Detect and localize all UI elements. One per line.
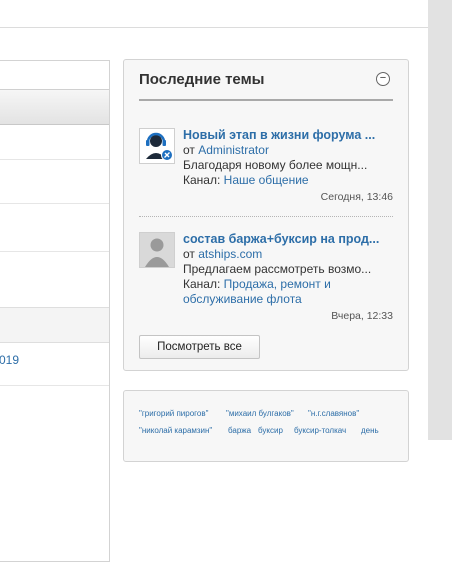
- content-divider: [0, 251, 109, 252]
- tag-cloud-widget: "григорий пирогов" "михаил булгаков" "н.…: [123, 390, 409, 462]
- view-all-button[interactable]: Посмотреть все: [139, 335, 260, 359]
- content-divider: [0, 203, 109, 204]
- author-link[interactable]: atships.com: [198, 247, 262, 261]
- tag-link[interactable]: буксир-толкач: [294, 426, 346, 435]
- page-gutter: [428, 0, 452, 440]
- tag-link[interactable]: день: [361, 426, 379, 435]
- latest-topics-widget: Последние темы − Новый этап в жизни фору…: [123, 59, 409, 371]
- collapse-icon[interactable]: −: [376, 72, 390, 86]
- topic-preview: Предлагаем рассмотреть возмо...: [183, 262, 372, 276]
- content-subheader-bar: [0, 307, 109, 343]
- tag-link[interactable]: "михаил булгаков": [226, 409, 294, 418]
- topic-preview: Благодаря новому более мощн...: [183, 158, 368, 172]
- author-link[interactable]: Administrator: [198, 143, 269, 157]
- main-content-panel: 019: [0, 60, 110, 562]
- topic-date: Вчера, 12:33: [331, 310, 393, 322]
- channel-link[interactable]: Продажа, ремонт и: [224, 277, 331, 291]
- admin-headset-avatar-icon[interactable]: [139, 128, 175, 164]
- content-header-bar: [0, 89, 109, 125]
- channel-prefix: Канал:: [183, 277, 221, 291]
- author-prefix: от: [183, 247, 195, 261]
- tag-link[interactable]: "н.г.славянов": [308, 409, 359, 418]
- content-divider: [0, 385, 109, 386]
- content-divider: [0, 159, 109, 160]
- tag-link[interactable]: баржа: [228, 426, 251, 435]
- tag-link[interactable]: "григорий пирогов": [139, 409, 208, 418]
- widget-title: Последние темы: [139, 71, 265, 88]
- channel-link-continued[interactable]: обслуживание флота: [183, 292, 302, 306]
- author-prefix: от: [183, 143, 195, 157]
- topic-separator: [139, 216, 393, 217]
- topic-title-link[interactable]: Новый этап в жизни форума ...: [183, 128, 393, 143]
- tag-link[interactable]: "николай карамзин": [139, 426, 212, 435]
- topic-date: Сегодня, 13:46: [320, 191, 393, 203]
- content-link[interactable]: 019: [0, 353, 19, 367]
- default-user-avatar-icon[interactable]: [139, 232, 175, 268]
- channel-link[interactable]: Наше общение: [224, 173, 309, 187]
- channel-prefix: Канал:: [183, 173, 221, 187]
- top-strip: [0, 0, 428, 28]
- topic-title-link[interactable]: состав баржа+буксир на прод...: [183, 232, 393, 247]
- tag-link[interactable]: буксир: [258, 426, 283, 435]
- title-divider: [139, 99, 393, 101]
